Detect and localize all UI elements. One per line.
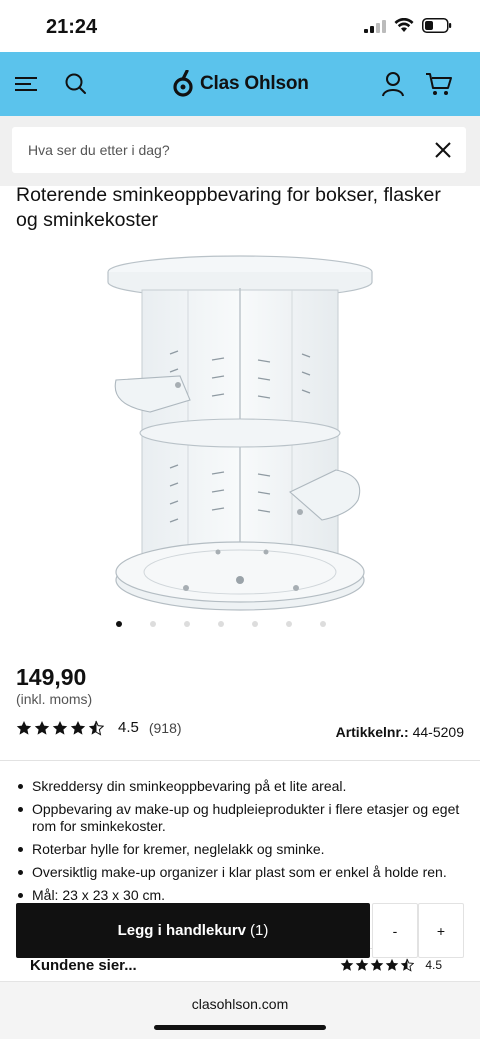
rating-value: 4.5 [118,719,139,736]
feature-item: Skreddersy din sminkeoppbevaring på et l… [16,778,464,795]
star-icon [52,720,68,735]
status-time: 21:24 [46,16,98,38]
feature-item: Roterbar hylle for kremer, neglelakk og … [16,841,464,858]
carousel-dot[interactable] [286,621,292,627]
cart-button[interactable] [424,69,454,99]
feature-item: Oversiktlig make-up organizer i klar pla… [16,864,464,881]
article-number-label: Artikkelnr.: [335,724,409,740]
add-to-cart-bar: Legg i handlekurv (1) - + [16,903,464,958]
close-icon[interactable] [432,139,454,161]
image-carousel-dots[interactable] [116,621,326,627]
logo-text: Clas Ohlson [200,73,309,94]
product-title: Roterende sminkeoppbevaring for bokser, … [16,184,441,231]
star-icon [355,958,369,971]
menu-button[interactable] [11,69,41,99]
vat-note: (inkl. moms) [16,691,93,707]
url-text[interactable]: clasohlson.com [0,996,480,1012]
clas-ohlson-logo-icon [173,70,193,97]
site-header: Clas Ohlson [0,52,480,116]
carousel-dot[interactable] [116,621,122,627]
feature-list: Skreddersy din sminkeoppbevaring på et l… [16,778,464,910]
menu-icon [15,77,37,91]
product-price: 149,90 [16,664,87,690]
star-icon [340,958,354,971]
account-button[interactable] [378,69,408,99]
half-star-icon [400,958,414,972]
star-icon [70,720,86,735]
rating-count: (918) [148,719,182,736]
customers-label: Kundene sier... [30,957,137,974]
feature-item: Oppbevaring av make-up og hudpleieproduk… [16,801,464,835]
search-box [12,127,466,173]
half-star-icon [88,720,104,736]
carousel-dot[interactable] [218,621,224,627]
rating-stars [16,720,104,736]
increase-quantity-button[interactable]: + [418,903,464,958]
star-icon [385,958,399,971]
add-to-cart-label: Legg i handlekurv [117,922,246,939]
star-icon [16,720,32,735]
star-icon [34,720,50,735]
carousel-dot[interactable] [150,621,156,627]
search-bar [0,116,480,186]
add-to-cart-button[interactable]: Legg i handlekurv (1) [16,903,370,958]
cart-quantity: (1) [250,922,269,939]
site-logo[interactable]: Clas Ohlson [172,70,309,98]
product-rating[interactable]: 4.5 (918) [16,719,182,736]
customers-stars [340,958,414,972]
cart-icon [426,73,452,95]
browser-url-bar: clasohlson.com [0,981,480,1039]
star-icon [370,958,384,971]
search-button[interactable] [61,69,91,99]
status-icons [364,18,452,33]
carousel-dot[interactable] [252,621,258,627]
status-bar: 21:24 [0,0,480,52]
search-icon [65,73,86,94]
signal-icon [364,19,386,33]
article-number-value: 44-5209 [412,724,464,740]
divider [0,760,480,761]
battery-icon [422,18,452,33]
product-image[interactable] [90,250,390,620]
user-icon [382,72,404,97]
search-input[interactable] [28,127,408,173]
feature-item: Mål: 23 x 23 x 30 cm. [16,887,464,904]
customers-rating-value: 4.5 [425,958,442,972]
home-indicator[interactable] [154,1025,326,1030]
carousel-dot[interactable] [184,621,190,627]
wifi-icon [394,18,414,32]
carousel-dot[interactable] [320,621,326,627]
decrease-quantity-button[interactable]: - [372,903,418,958]
article-number: Artikkelnr.: 44-5209 [336,724,464,740]
